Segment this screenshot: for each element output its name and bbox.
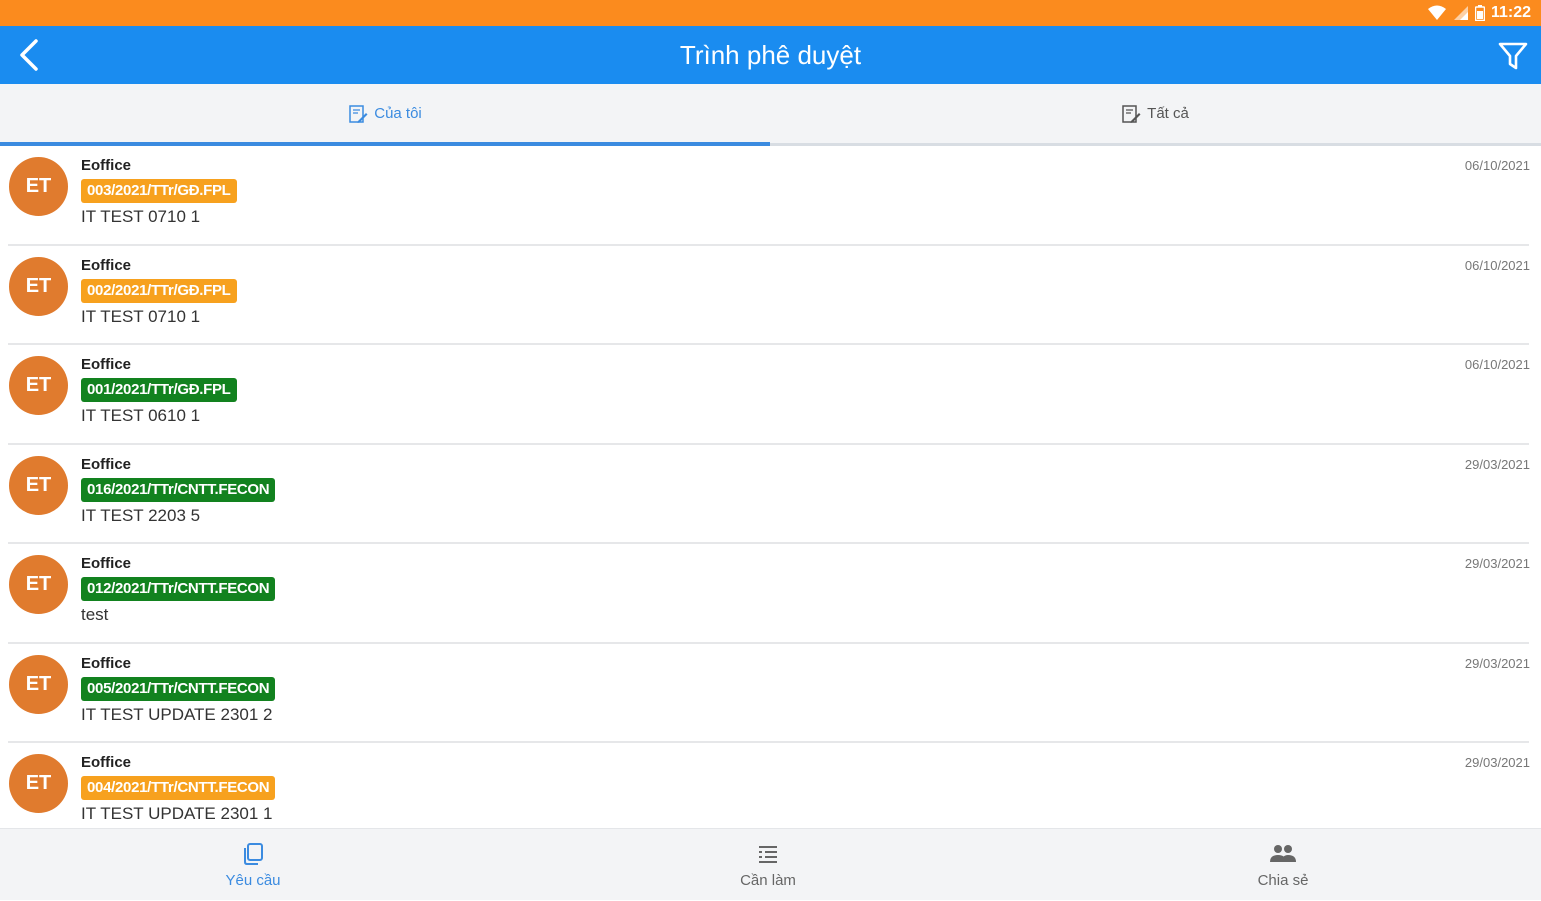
list-item[interactable]: ET Eoffice 001/2021/TTr/GĐ.FPL IT TEST 0… <box>0 345 1541 445</box>
nav-chia-se[interactable]: Chia sẻ <box>1203 829 1363 901</box>
app-bar: Trình phê duyệt <box>0 26 1541 84</box>
list-icon <box>759 845 777 863</box>
document-edit-icon <box>1122 104 1141 123</box>
nav-can-lam[interactable]: Cần làm <box>688 829 848 901</box>
avatar: ET <box>9 555 68 614</box>
sender-name: Eoffice <box>81 754 132 771</box>
request-list: ET Eoffice 003/2021/TTr/GĐ.FPL IT TEST 0… <box>0 146 1541 843</box>
sender-name: Eoffice <box>81 356 132 373</box>
status-bar: 11:22 <box>0 0 1541 26</box>
item-date: 06/10/2021 <box>1464 257 1530 273</box>
item-date: 06/10/2021 <box>1464 158 1530 173</box>
page-title: Trình phê duyệt <box>679 40 862 70</box>
tab-cua-toi[interactable]: Của tôi <box>0 84 770 146</box>
item-subject: IT TEST UPDATE 2301 1 <box>81 804 273 823</box>
nav-label: Cần làm <box>740 871 796 889</box>
status-badge: 002/2021/TTr/GĐ.FPL <box>81 278 237 303</box>
item-subject: IT TEST 2203 5 <box>81 505 201 525</box>
list-item[interactable]: ET Eoffice 002/2021/TTr/GĐ.FPL IT TEST 0… <box>0 246 1541 345</box>
tab-label: Của tôi <box>374 105 422 122</box>
nav-yeu-cau[interactable]: Yêu cầu <box>173 829 333 901</box>
list-item[interactable]: ET Eoffice 012/2021/TTr/CNTT.FECON test … <box>0 544 1541 644</box>
document-edit-icon <box>349 104 368 123</box>
people-icon <box>1270 844 1296 862</box>
status-badge: 004/2021/TTr/CNTT.FECON <box>81 776 276 800</box>
nav-label: Chia sẻ <box>1257 871 1309 889</box>
item-subject: IT TEST 0610 1 <box>81 406 201 425</box>
status-badge: 012/2021/TTr/CNTT.FECON <box>81 577 276 601</box>
status-badge: 005/2021/TTr/CNTT.FECON <box>81 676 276 701</box>
status-badge: 003/2021/TTr/GĐ.FPL <box>81 179 237 203</box>
signal-icon <box>1453 6 1468 20</box>
tab-bar: Của tôi Tất cả <box>0 84 1541 146</box>
sender-name: Eoffice <box>81 256 132 274</box>
item-subject: IT TEST 0710 1 <box>81 207 201 226</box>
tab-tat-ca[interactable]: Tất cả <box>770 84 1540 143</box>
avatar: ET <box>9 654 68 714</box>
tab-label: Tất cả <box>1147 105 1189 122</box>
status-badge: 016/2021/TTr/CNTT.FECON <box>81 477 276 502</box>
avatar: ET <box>9 356 68 415</box>
list-item[interactable]: ET Eoffice 003/2021/TTr/GĐ.FPL IT TEST 0… <box>0 146 1541 246</box>
item-subject: test <box>81 605 109 624</box>
avatar: ET <box>9 455 68 515</box>
item-subject: IT TEST 0710 1 <box>81 306 201 326</box>
item-subject: IT TEST UPDATE 2301 2 <box>81 704 273 724</box>
avatar: ET <box>9 754 68 813</box>
item-date: 06/10/2021 <box>1464 357 1530 372</box>
nav-label: Yêu cầu <box>225 871 281 889</box>
copy-icon <box>244 842 263 865</box>
filter-icon[interactable] <box>1497 40 1529 72</box>
sender-name: Eoffice <box>81 654 132 672</box>
status-badge: 001/2021/TTr/GĐ.FPL <box>81 378 237 402</box>
battery-icon <box>1474 5 1485 21</box>
item-date: 29/03/2021 <box>1464 456 1530 472</box>
sender-name: Eoffice <box>81 157 132 174</box>
bottom-nav: Yêu cầu Cần làm Chia sẻ <box>0 828 1541 900</box>
item-date: 29/03/2021 <box>1464 655 1530 671</box>
list-item[interactable]: ET Eoffice 005/2021/TTr/CNTT.FECON IT TE… <box>0 644 1541 743</box>
item-date: 29/03/2021 <box>1464 755 1530 770</box>
avatar: ET <box>9 256 68 316</box>
status-time: 11:22 <box>1490 4 1531 21</box>
sender-name: Eoffice <box>81 455 132 473</box>
item-date: 29/03/2021 <box>1464 556 1530 571</box>
list-item[interactable]: ET Eoffice 016/2021/TTr/CNTT.FECON IT TE… <box>0 445 1541 544</box>
avatar: ET <box>9 157 68 216</box>
sender-name: Eoffice <box>81 555 132 572</box>
wifi-icon <box>1427 5 1446 20</box>
